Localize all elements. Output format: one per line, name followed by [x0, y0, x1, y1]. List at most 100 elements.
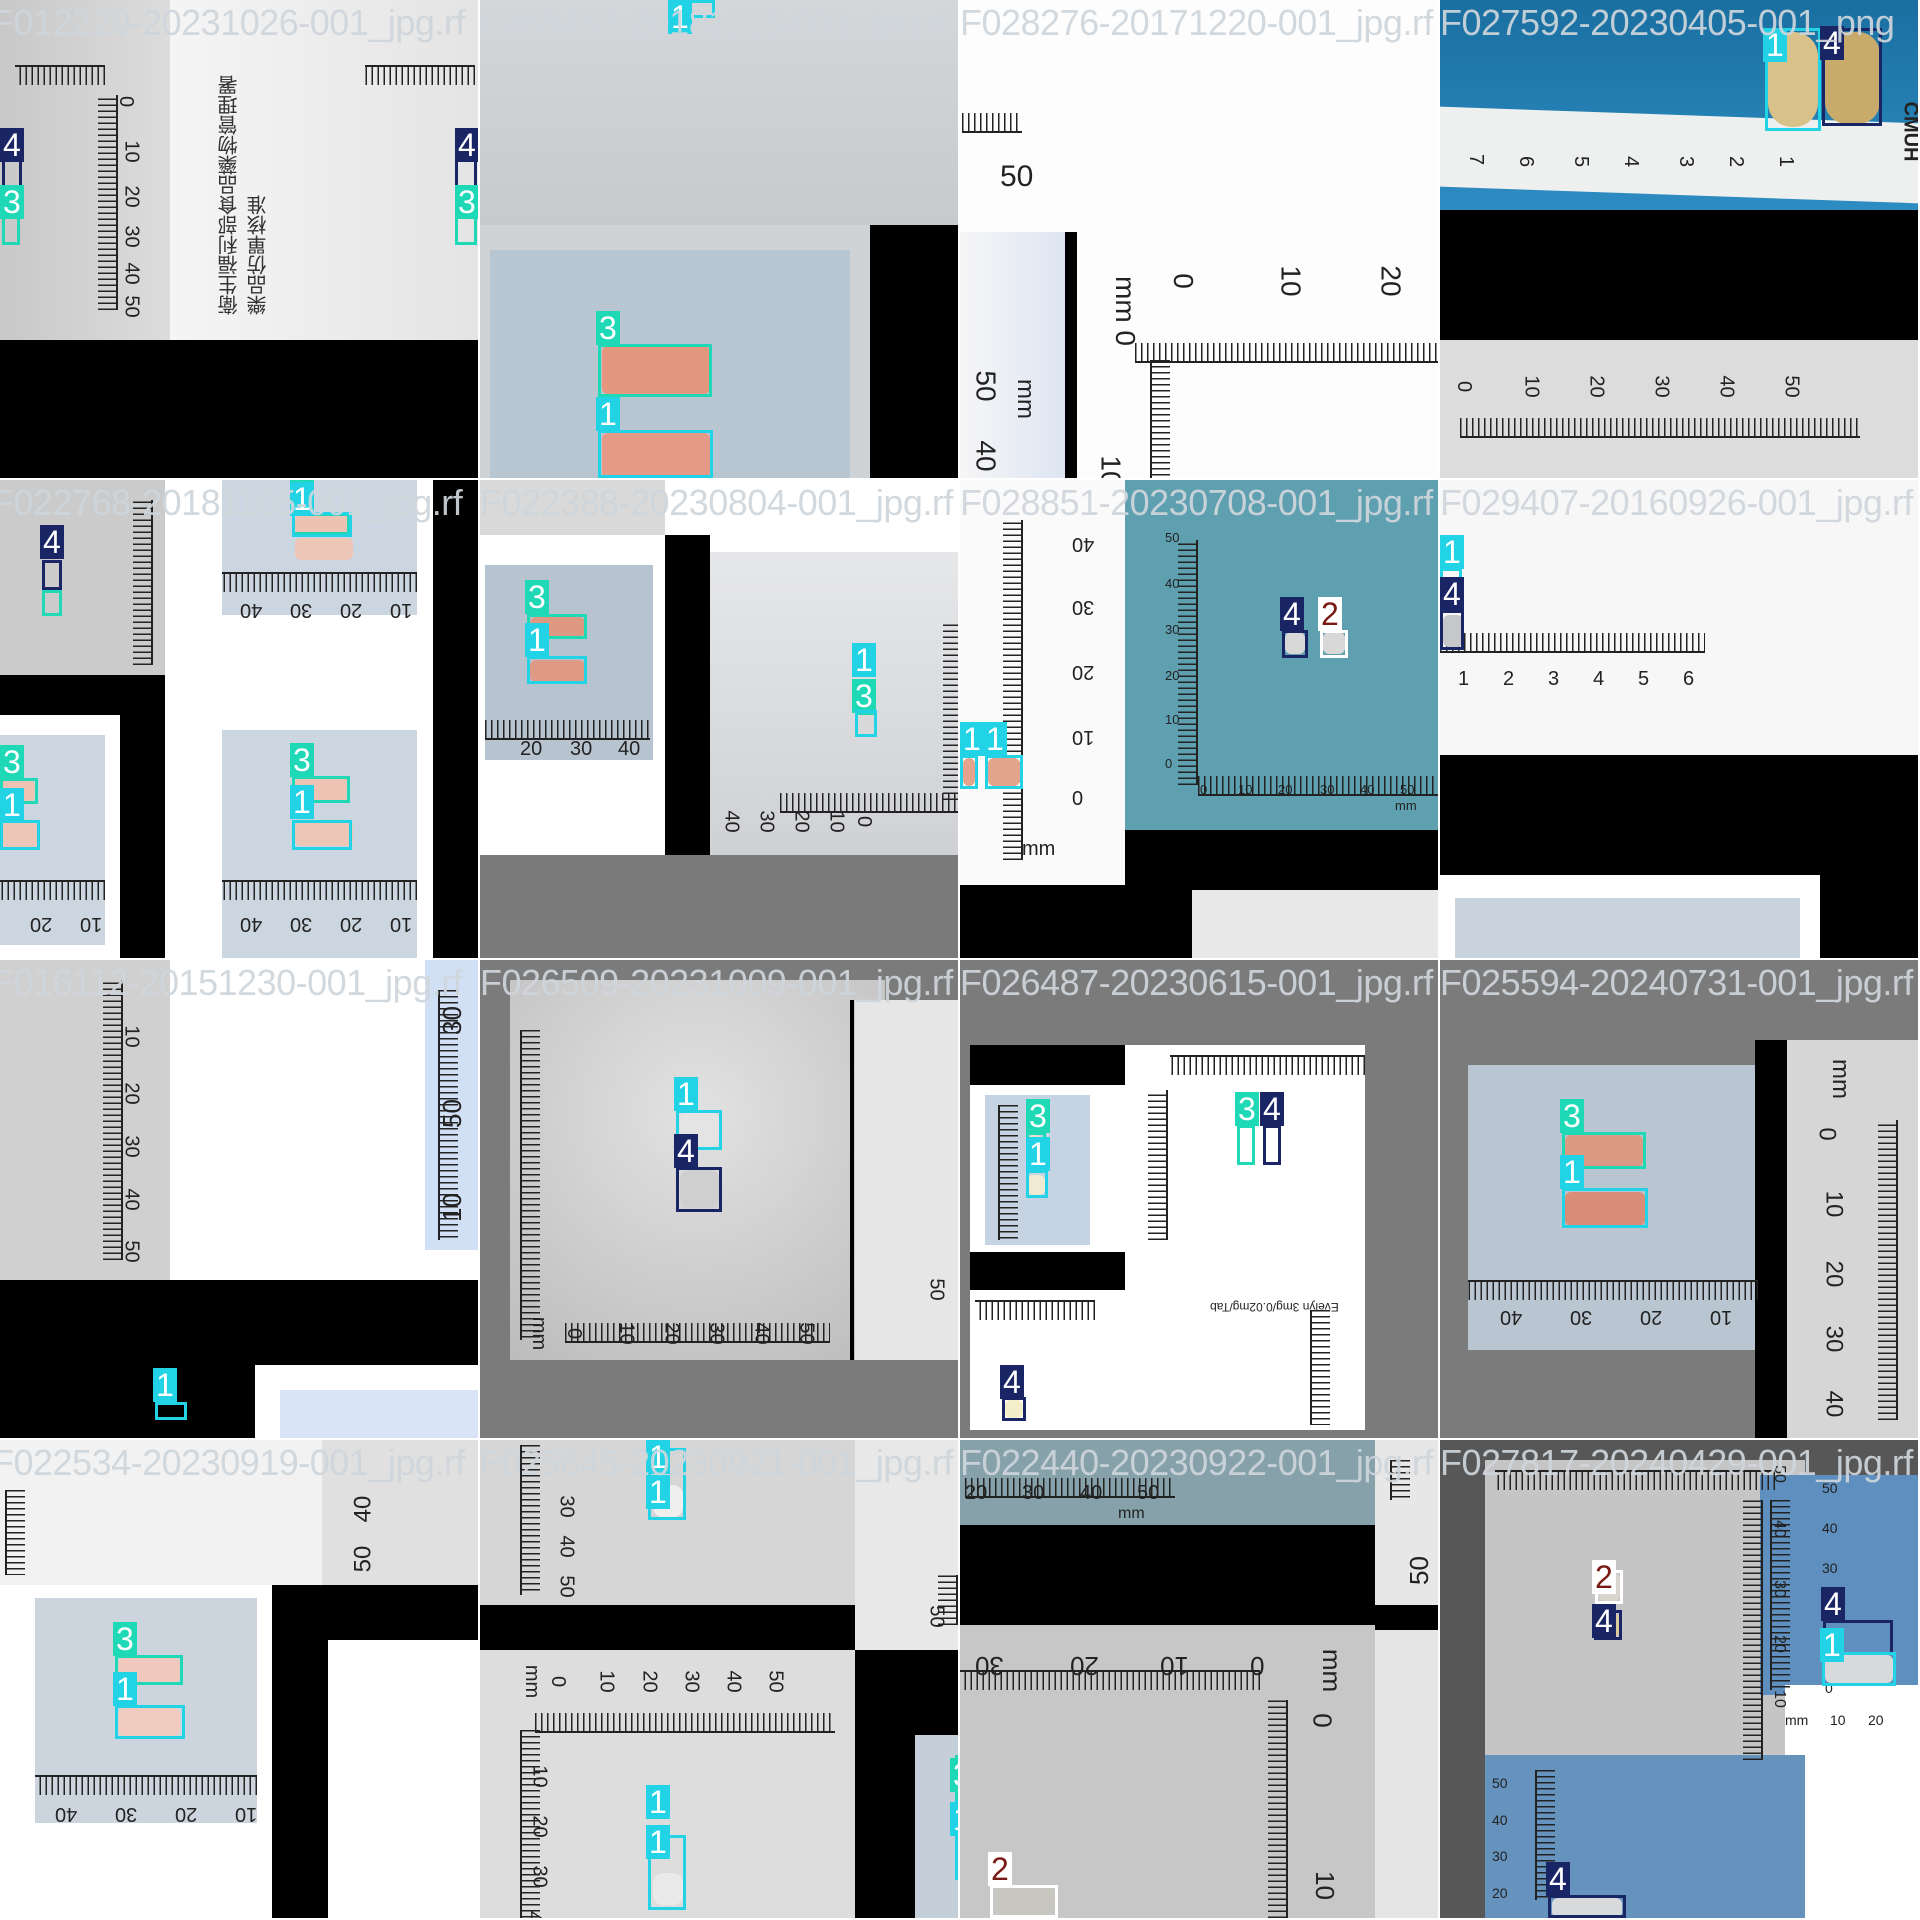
bbox-class-4	[1002, 1397, 1026, 1421]
bbox-label: 3	[290, 743, 314, 777]
bbox-label: 3	[0, 745, 24, 779]
bbox-label: 3	[596, 311, 620, 345]
bbox-label: 2	[1318, 597, 1342, 631]
bbox-class-4	[42, 560, 62, 590]
bbox-label: 1	[1820, 1628, 1844, 1662]
bbox-label: 3	[1235, 1092, 1259, 1126]
bbox-class-2	[1320, 630, 1348, 658]
bbox-class-4	[1263, 1125, 1281, 1165]
bbox-label: 4	[674, 1134, 698, 1168]
bbox-label: 1	[674, 1077, 698, 1111]
tile-15: 20 30 40 50 mm 50 30 20 10 0 mm 0 10 2 F…	[960, 1440, 1438, 1918]
bbox-label: 1	[646, 1785, 670, 1819]
bbox-label: 3	[852, 679, 876, 713]
bbox-label: 3	[455, 185, 478, 219]
tile-filename: F029407-20160926-001_jpg.rf	[1440, 482, 1913, 523]
bbox-label: 1	[983, 722, 1007, 756]
bbox-label: 4	[40, 525, 64, 559]
bbox-label: 4	[1592, 1604, 1616, 1638]
tile-14: 30 40 50 50 0 10 20 30 40 50 mm 10 20 30…	[480, 1440, 958, 1918]
bbox-class-4	[1440, 610, 1464, 650]
bbox-class-1	[527, 656, 587, 684]
tile-7: 1 1 4 2 40 30 20 10 0 0 10 20 30 40 50 m…	[960, 480, 1438, 958]
bbox-label: 1	[1440, 535, 1464, 569]
tile-filename: F068453-20181113-001_jpg.rf	[480, 2, 948, 43]
bbox-label: 1	[1026, 1137, 1050, 1171]
bbox-label: 3	[1560, 1099, 1584, 1133]
tile-3: 50 0 10 20 50 40 10 mm mm 0 F028276-2017…	[960, 0, 1438, 478]
tile-filename: F026509-20231009-001_jpg.rf	[480, 962, 953, 1003]
bbox-class-1	[115, 1705, 185, 1739]
bbox-label: 1	[113, 1672, 137, 1706]
bbox-class-3	[42, 590, 62, 616]
tile-9: 10 20 30 40 50 30 50 10 1 F016112-201512…	[0, 960, 478, 1438]
bbox-label: 4	[1000, 1365, 1024, 1399]
bbox-label: 1	[0, 788, 24, 822]
cjk-label: 衛生福利部食品藥物管理署 樂品仿單核准	[219, 75, 270, 315]
bbox-label: 1	[1560, 1155, 1584, 1189]
bbox-label: 1	[646, 1825, 670, 1859]
bbox-label: 1	[153, 1368, 177, 1402]
bbox-class-1	[855, 710, 877, 737]
evelyn-label: Evelyn 3mg/0.02mg/Tab	[1210, 1300, 1339, 1314]
tile-filename: F027817-20240429-001_jpg.rf	[1440, 1442, 1913, 1483]
bbox-label: 1	[290, 785, 314, 819]
bbox-label: 3	[113, 1622, 137, 1656]
bbox-class-1	[0, 820, 40, 850]
tile-16: 50 40 30 20 10 50 40 30 20 10 0 mm 10 20…	[1440, 1440, 1918, 1918]
mosaic-grid: 0 10 20 30 40 50 衛生福利部食品藥物管理署 樂品仿單核准 4 3…	[0, 0, 1920, 1920]
bbox-class-3	[598, 344, 712, 397]
tile-filename: F025594-20240731-001_jpg.rf	[1440, 962, 1913, 1003]
bbox-label: 1	[960, 722, 984, 756]
tile-12: 3 1 40 30 20 10 0 10 20 30 40 mm F025594…	[1440, 960, 1918, 1438]
bbox-label: 4	[1260, 1092, 1284, 1126]
bbox-label: 1	[525, 623, 549, 657]
bbox-label: 3	[950, 1758, 958, 1792]
tile-10: 1 4 0 10 20 30 40 50 mm 50 F026509-20231…	[480, 960, 958, 1438]
tile-filename: F026487-20230615-001_jpg.rf	[960, 962, 1433, 1003]
tile-13: 40 50 40 30 20 10 3 1 F022534-20230919-0…	[0, 1440, 478, 1918]
tile-2: 3 1 1 F068453-20181113-001_jpg.rf	[480, 0, 958, 478]
tile-filename: F022768-20181105-001_jpg.rf	[0, 482, 463, 523]
tile-filename: F012229-20231026-001_jpg.rf	[0, 2, 465, 43]
bbox-label: 3	[525, 580, 549, 614]
tile-filename: F022440-20230922-001_jpg.rf	[960, 1442, 1433, 1483]
bbox-class-1	[598, 430, 713, 478]
bbox-class-4	[676, 1167, 722, 1212]
bbox-class-4	[1548, 1895, 1626, 1918]
bbox-class-1	[1562, 1188, 1648, 1228]
bbox-label: 4	[1546, 1862, 1570, 1896]
tile-filename: F028276-20171220-001_jpg.rf	[960, 2, 1433, 43]
bbox-label: 2	[1592, 1560, 1616, 1594]
bbox-class-1	[960, 755, 978, 789]
tile-filename: F022534-20230919-001_jpg.rf	[0, 1442, 465, 1483]
bbox-label: 4	[1440, 577, 1464, 611]
tile-5: 3 1 4 3 1 3 1 40 30 20 10 40 30 20 10 20…	[0, 480, 478, 958]
bbox-label: 4	[1821, 1587, 1845, 1621]
bbox-label: 4	[455, 128, 478, 162]
tile-6: 3 1 3 1 20 30 40 40 30 20 10 0 F022388-2…	[480, 480, 958, 958]
bbox-class-4	[1282, 630, 1308, 658]
bbox-class-1	[985, 755, 1023, 789]
bbox-label: 1	[596, 397, 620, 431]
bbox-label: 2	[988, 1852, 1012, 1886]
bbox-label: 3	[0, 185, 24, 219]
tile-filename: F022388-20230804-001_jpg.rf	[480, 482, 953, 523]
bbox-label: 4	[0, 128, 24, 162]
bbox-label: 4	[1280, 597, 1304, 631]
bbox-class-1	[155, 1402, 187, 1420]
bbox-label: 1	[950, 1802, 958, 1836]
tile-filename: F028851-20230708-001_jpg.rf	[960, 482, 1433, 523]
bbox-class-3	[1237, 1125, 1255, 1165]
tile-filename: F027592-20230405-001_png	[1440, 2, 1895, 43]
tile-4: 1 4 7 6 5 4 3 2 1 0 10 20 30 40 50 CMUH …	[1440, 0, 1918, 478]
tile-8: 1 4 1 2 3 4 5 6 F029407-20160926-001_jpg…	[1440, 480, 1918, 958]
bbox-class-1	[292, 820, 352, 850]
bbox-class-2	[990, 1885, 1058, 1918]
bbox-class-1	[1026, 1170, 1048, 1198]
bbox-label: 1	[852, 643, 876, 677]
bbox-label: 3	[1026, 1099, 1050, 1133]
tile-1: 0 10 20 30 40 50 衛生福利部食品藥物管理署 樂品仿單核准 4 3…	[0, 0, 478, 478]
tile-filename: F025845-20230921-001_jpg.rf	[480, 1442, 953, 1483]
tile-filename: F016112-20151230-001_jpg.rf	[0, 962, 463, 1003]
